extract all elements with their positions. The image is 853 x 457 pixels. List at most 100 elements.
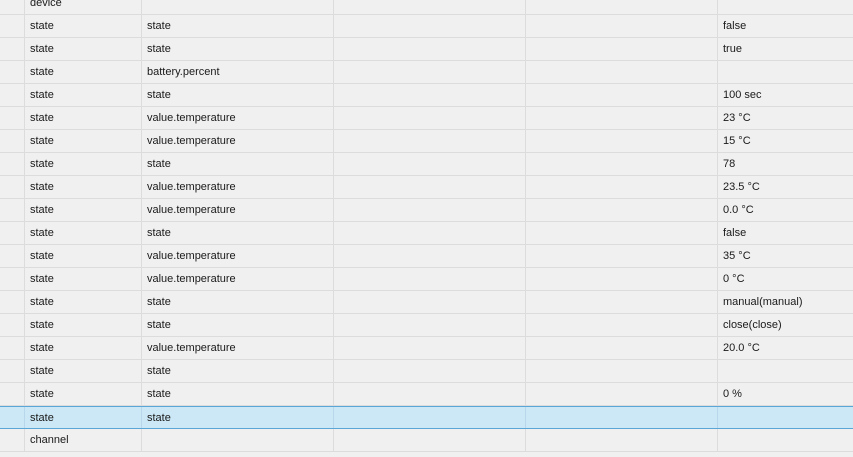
value-cell[interactable]: 35 °C — [718, 245, 853, 267]
table-row[interactable]: device — [0, 0, 853, 15]
type-cell: state — [25, 15, 142, 37]
table-row[interactable]: state value.temperature 23.5 °C — [0, 176, 853, 199]
table-row[interactable]: state value.temperature 23 °C — [0, 107, 853, 130]
row-indent-cell — [0, 291, 25, 313]
value-cell[interactable]: true — [718, 38, 853, 60]
type-cell: state — [25, 130, 142, 152]
row-indent-cell — [0, 360, 25, 382]
empty-cell — [526, 176, 718, 198]
type-cell: channel — [25, 429, 142, 451]
role-cell: value.temperature — [142, 130, 334, 152]
value-cell[interactable]: 0.0 °C — [718, 199, 853, 221]
role-cell: state — [142, 222, 334, 244]
role-cell: value.temperature — [142, 199, 334, 221]
empty-cell — [334, 407, 526, 428]
value-cell[interactable]: 20.0 °C — [718, 337, 853, 359]
type-cell: state — [25, 314, 142, 336]
table-row[interactable]: state state manual(manual) — [0, 291, 853, 314]
table-row[interactable]: state state true — [0, 38, 853, 61]
table-row[interactable]: state value.temperature 20.0 °C — [0, 337, 853, 360]
value-cell[interactable]: 0 % — [718, 383, 853, 405]
empty-cell — [526, 84, 718, 106]
type-cell: state — [25, 268, 142, 290]
table-row[interactable]: state state false — [0, 15, 853, 38]
value-cell[interactable]: 23 °C — [718, 107, 853, 129]
type-cell: state — [25, 107, 142, 129]
role-cell: battery.percent — [142, 61, 334, 83]
row-indent-cell — [0, 314, 25, 336]
empty-cell — [526, 0, 718, 14]
row-indent-cell — [0, 107, 25, 129]
empty-cell — [334, 176, 526, 198]
table-row[interactable]: state state — [0, 360, 853, 383]
value-cell[interactable] — [718, 0, 853, 14]
table-row[interactable]: state value.temperature 35 °C — [0, 245, 853, 268]
role-cell: value.temperature — [142, 107, 334, 129]
empty-cell — [526, 153, 718, 175]
type-cell: state — [25, 407, 142, 428]
empty-cell — [526, 291, 718, 313]
row-indent-cell — [0, 130, 25, 152]
value-cell[interactable] — [718, 407, 853, 428]
type-cell: state — [25, 245, 142, 267]
role-cell: state — [142, 84, 334, 106]
table-row[interactable]: state battery.percent — [0, 61, 853, 84]
value-cell[interactable]: close(close) — [718, 314, 853, 336]
empty-cell — [334, 15, 526, 37]
role-cell — [142, 0, 334, 14]
empty-cell — [334, 38, 526, 60]
empty-cell — [526, 130, 718, 152]
empty-cell — [526, 199, 718, 221]
table-row[interactable]: state value.temperature 15 °C — [0, 130, 853, 153]
empty-cell — [526, 360, 718, 382]
value-cell[interactable]: 15 °C — [718, 130, 853, 152]
empty-cell — [334, 360, 526, 382]
role-cell: value.temperature — [142, 268, 334, 290]
role-cell — [142, 429, 334, 451]
value-cell[interactable]: manual(manual) — [718, 291, 853, 313]
empty-cell — [526, 15, 718, 37]
role-cell: value.temperature — [142, 337, 334, 359]
value-cell[interactable]: 78 — [718, 153, 853, 175]
empty-cell — [334, 245, 526, 267]
value-cell[interactable]: 0 °C — [718, 268, 853, 290]
empty-cell — [526, 407, 718, 428]
empty-cell — [526, 245, 718, 267]
table-row[interactable]: state value.temperature 0 °C — [0, 268, 853, 291]
table-row-selected[interactable]: state state — [0, 406, 853, 429]
table-row[interactable]: state state 78 — [0, 153, 853, 176]
value-cell[interactable] — [718, 360, 853, 382]
table-row[interactable]: state state close(close) — [0, 314, 853, 337]
type-cell: state — [25, 360, 142, 382]
value-cell[interactable]: false — [718, 15, 853, 37]
type-cell: state — [25, 176, 142, 198]
type-cell: device — [25, 0, 142, 14]
value-cell[interactable]: 23.5 °C — [718, 176, 853, 198]
empty-cell — [334, 84, 526, 106]
role-cell: state — [142, 15, 334, 37]
table-row[interactable]: state state 0 % — [0, 383, 853, 406]
table-row[interactable]: channel — [0, 429, 853, 452]
table-row[interactable]: state state 100 sec — [0, 84, 853, 107]
row-indent-cell — [0, 15, 25, 37]
empty-cell — [526, 429, 718, 451]
empty-cell — [334, 429, 526, 451]
value-cell[interactable] — [718, 429, 853, 451]
type-cell: state — [25, 222, 142, 244]
table-row[interactable]: state state false — [0, 222, 853, 245]
empty-cell — [334, 337, 526, 359]
type-cell: state — [25, 153, 142, 175]
row-indent-cell — [0, 407, 25, 428]
type-cell: state — [25, 383, 142, 405]
row-indent-cell — [0, 176, 25, 198]
row-indent-cell — [0, 268, 25, 290]
role-cell: value.temperature — [142, 245, 334, 267]
value-cell[interactable]: false — [718, 222, 853, 244]
table-row[interactable]: state value.temperature 0.0 °C — [0, 199, 853, 222]
row-indent-cell — [0, 429, 25, 451]
empty-cell — [334, 383, 526, 405]
value-cell[interactable]: 100 sec — [718, 84, 853, 106]
empty-cell — [334, 107, 526, 129]
value-cell[interactable] — [718, 61, 853, 83]
row-indent-cell — [0, 38, 25, 60]
